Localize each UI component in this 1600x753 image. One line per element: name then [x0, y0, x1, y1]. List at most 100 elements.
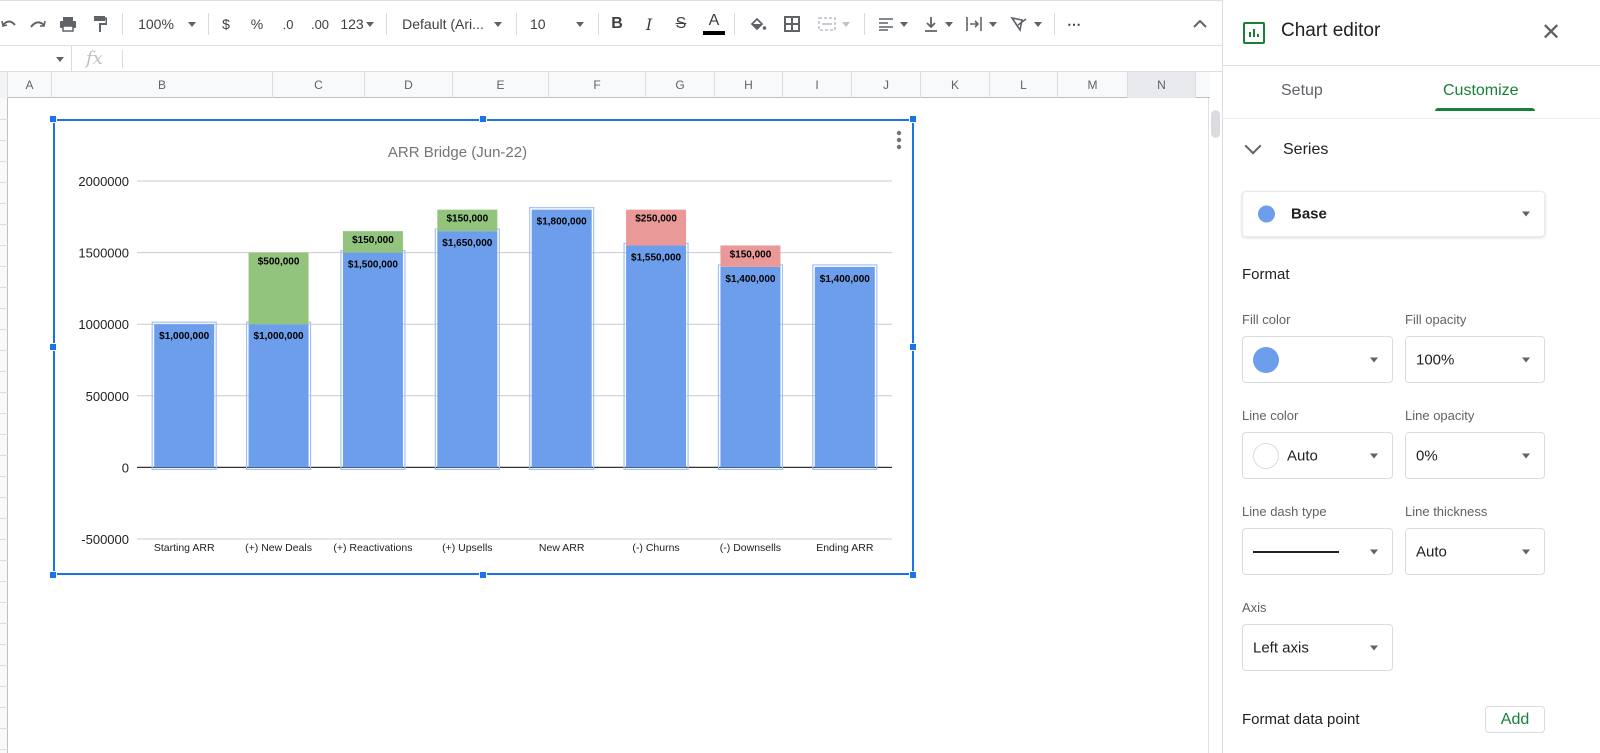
formula-bar: fx — [0, 46, 1222, 72]
column-header[interactable]: J — [852, 72, 921, 98]
line-thickness-label: Line thickness — [1405, 504, 1488, 519]
column-header-selected[interactable]: N — [1128, 72, 1196, 98]
resize-handle-top[interactable] — [479, 115, 487, 123]
resize-handle-bottom-left[interactable] — [49, 571, 57, 579]
fill-opacity-select[interactable]: 100% — [1405, 336, 1545, 383]
row-divider — [0, 371, 8, 372]
vertical-scrollbar[interactable] — [1208, 98, 1221, 753]
text-rotation-icon[interactable] — [1006, 1, 1046, 47]
column-header[interactable]: A — [8, 72, 52, 98]
x-category-label: Ending ARR — [816, 542, 874, 554]
bar-base — [248, 324, 309, 468]
row-divider — [0, 497, 8, 498]
more-options-icon[interactable]: ⋯ — [1062, 1, 1086, 47]
italic-button[interactable]: I — [638, 1, 660, 47]
x-category-label: Starting ARR — [154, 542, 215, 554]
y-tick-label: 1500000 — [78, 246, 129, 261]
name-box[interactable] — [0, 46, 72, 72]
scrollbar-thumb[interactable] — [1211, 110, 1220, 138]
format-heading: Format — [1242, 266, 1290, 283]
column-header[interactable]: D — [365, 72, 453, 98]
currency-button[interactable]: $ — [216, 1, 236, 47]
fill-color-select[interactable] — [1242, 336, 1393, 383]
bar-increase-label: $150,000 — [446, 214, 488, 225]
fill-opacity-label: Fill opacity — [1405, 312, 1467, 327]
column-header[interactable]: L — [990, 72, 1058, 98]
column-header[interactable]: G — [646, 72, 715, 98]
row-divider — [0, 203, 8, 204]
column-header[interactable]: F — [549, 72, 646, 98]
undo-icon[interactable] — [0, 1, 18, 47]
sheets-app: 100% $ % .0 .00 123 Default (Ari... 10 B… — [0, 0, 1600, 753]
text-color-button[interactable]: A — [702, 1, 726, 47]
resize-handle-bottom-right[interactable] — [909, 571, 917, 579]
row-divider — [0, 329, 8, 330]
bar-increase-label: $500,000 — [258, 257, 300, 268]
bar-base — [531, 209, 592, 468]
column-header[interactable]: E — [453, 72, 549, 98]
chart-menu-icon[interactable] — [893, 129, 905, 151]
resize-handle-bottom[interactable] — [479, 571, 487, 579]
decrease-decimal-button[interactable]: .0 — [276, 1, 300, 47]
collapse-toolbar-icon[interactable] — [1188, 1, 1212, 47]
chart[interactable]: ARR Bridge (Jun-22) 2000000 1500000 1000000… — [53, 119, 914, 575]
strikethrough-button[interactable]: S — [670, 1, 692, 47]
select-all-corner[interactable] — [0, 72, 8, 98]
add-data-point-button[interactable]: Add — [1485, 706, 1545, 733]
bar-decrease-label: $250,000 — [635, 214, 677, 225]
paint-format-icon[interactable] — [88, 1, 112, 47]
bar-base — [814, 266, 875, 468]
series-select[interactable]: Base — [1242, 191, 1545, 237]
row-divider — [0, 287, 8, 288]
x-category-label: (+) Upsells — [442, 542, 492, 554]
bar-base-label: $1,000,000 — [159, 331, 209, 342]
redo-icon[interactable] — [26, 1, 50, 47]
line-color-select[interactable]: Auto — [1242, 432, 1393, 479]
font-size-select[interactable]: 10 — [524, 1, 590, 47]
row-divider — [0, 413, 8, 414]
print-icon[interactable] — [56, 1, 80, 47]
section-title-series[interactable]: Series — [1283, 141, 1328, 159]
row-divider — [0, 623, 8, 624]
line-dash-select[interactable] — [1242, 528, 1393, 575]
toolbar: 100% $ % .0 .00 123 Default (Ari... 10 B… — [0, 0, 1222, 46]
row-divider — [0, 245, 8, 246]
font-select[interactable]: Default (Ari... — [396, 1, 508, 47]
zoom-value: 100% — [138, 16, 174, 32]
column-header[interactable]: I — [783, 72, 852, 98]
bar-base-label: $1,550,000 — [631, 252, 681, 263]
row-divider — [0, 602, 8, 603]
line-thickness-select[interactable]: Auto — [1405, 528, 1545, 575]
borders-icon[interactable] — [780, 1, 804, 47]
bold-button[interactable]: B — [606, 1, 628, 47]
column-header[interactable]: C — [273, 72, 365, 98]
column-header[interactable]: H — [715, 72, 783, 98]
resize-handle-left[interactable] — [49, 343, 57, 351]
resize-handle-right[interactable] — [909, 343, 917, 351]
increase-decimal-button[interactable]: .00 — [306, 1, 334, 47]
formula-input[interactable] — [130, 46, 1210, 72]
tab-customize[interactable]: Customize — [1443, 82, 1519, 100]
zoom-select[interactable]: 100% — [134, 1, 200, 47]
column-header[interactable]: M — [1058, 72, 1128, 98]
column-header[interactable]: K — [921, 72, 990, 98]
vertical-align-icon[interactable] — [920, 1, 956, 47]
resize-handle-top-right[interactable] — [909, 115, 917, 123]
fill-color-icon[interactable] — [746, 1, 770, 47]
more-formats-button[interactable]: 123 — [338, 1, 376, 47]
column-header[interactable]: B — [52, 72, 273, 98]
percent-button[interactable]: % — [246, 1, 268, 47]
line-opacity-select[interactable]: 0% — [1405, 432, 1545, 479]
axis-select[interactable]: Left axis — [1242, 624, 1393, 671]
text-wrapping-icon[interactable] — [962, 1, 1000, 47]
row-divider — [0, 455, 8, 456]
row-headers — [0, 98, 8, 753]
y-tick-label: -500000 — [81, 532, 129, 547]
close-icon[interactable]: ✕ — [1541, 18, 1561, 47]
y-tick-label: 1000000 — [78, 317, 129, 332]
horizontal-align-icon[interactable] — [874, 1, 912, 47]
x-category-label: (+) New Deals — [245, 542, 312, 554]
merge-cells-icon[interactable] — [814, 1, 854, 47]
tab-setup[interactable]: Setup — [1281, 82, 1323, 100]
resize-handle-top-left[interactable] — [49, 115, 57, 123]
